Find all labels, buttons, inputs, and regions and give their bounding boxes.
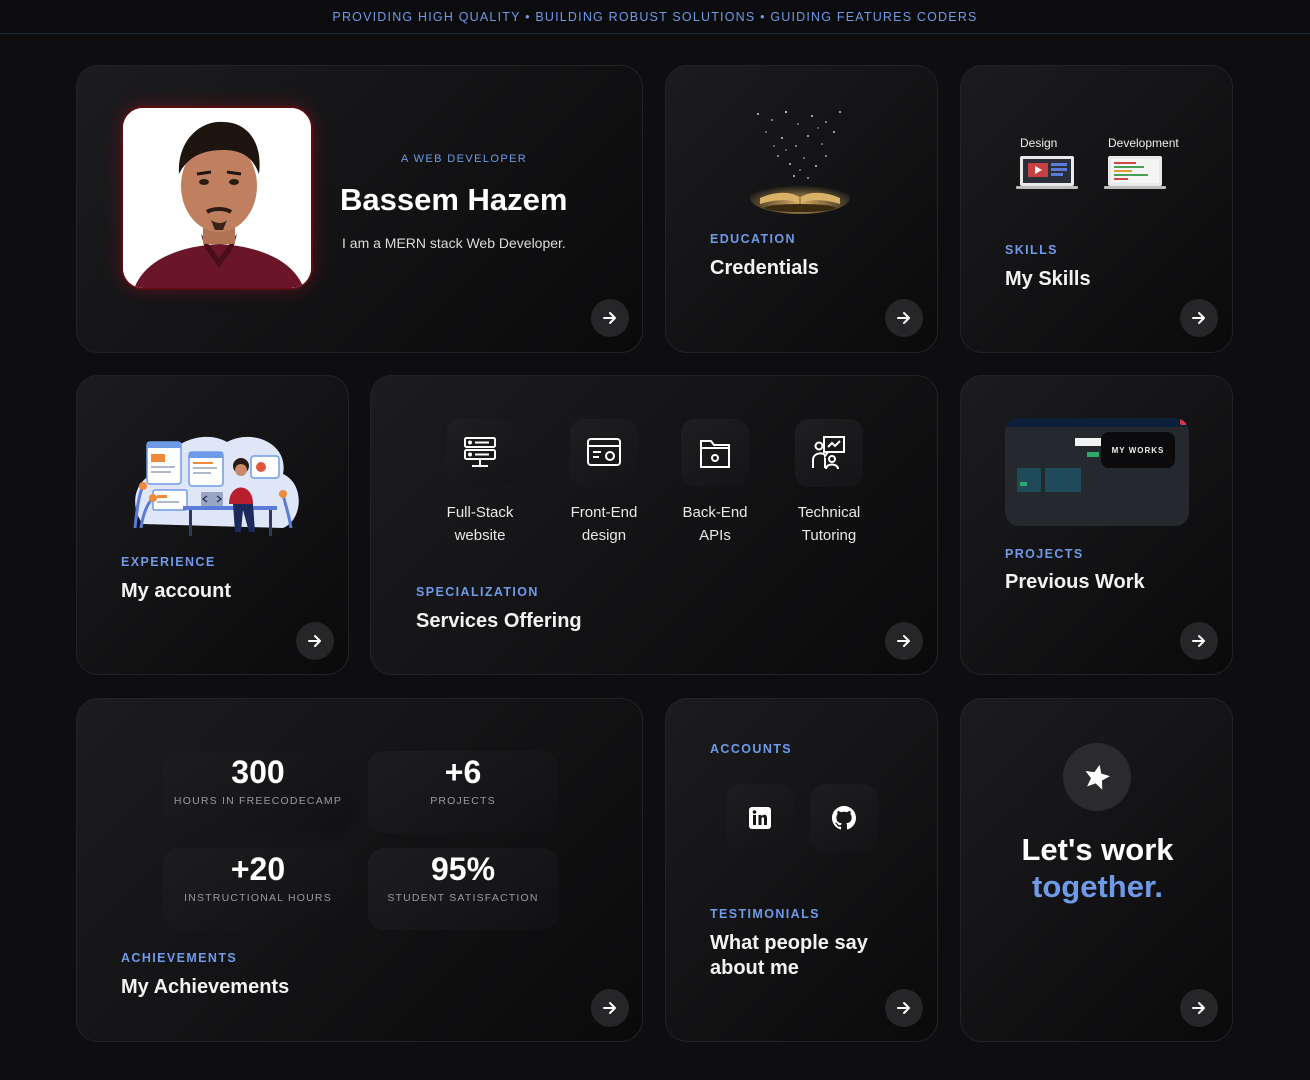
service-tutoring: Technical Tutoring bbox=[784, 419, 874, 547]
cta-card[interactable]: Let's work together. bbox=[960, 698, 1233, 1042]
github-button[interactable] bbox=[810, 784, 878, 852]
developer-desk-illustration bbox=[133, 436, 299, 536]
service-backend: Back-End APIs bbox=[670, 419, 760, 547]
profile-photo bbox=[121, 106, 313, 290]
experience-arrow-button[interactable] bbox=[296, 622, 334, 660]
arrow-right-icon bbox=[1192, 1002, 1205, 1014]
projects-preview-label: MY WORKS bbox=[1111, 445, 1165, 455]
browser-window-icon bbox=[587, 438, 621, 466]
teacher-board-icon bbox=[812, 436, 845, 470]
book-sparkles-illustration bbox=[750, 110, 850, 214]
github-icon bbox=[832, 806, 856, 830]
projects-title: Previous Work bbox=[1005, 571, 1145, 593]
arrow-right-icon bbox=[603, 1002, 616, 1014]
profile-name: Bassem Hazem bbox=[340, 182, 568, 217]
skills-card[interactable]: Design Development SKILLS My Skills bbox=[960, 65, 1233, 353]
cta-line-1: Let's work bbox=[1021, 832, 1174, 867]
credentials-card[interactable]: EDUCATION Credentials bbox=[665, 65, 938, 353]
achievements-kicker: ACHIEVEMENTS bbox=[121, 951, 238, 965]
arrow-right-icon bbox=[1192, 312, 1205, 324]
server-icon bbox=[464, 437, 496, 467]
star-icon bbox=[1085, 764, 1110, 790]
development-laptop-icon bbox=[1104, 156, 1166, 189]
experience-title: My account bbox=[121, 580, 232, 602]
service-label: Front-End design bbox=[570, 504, 638, 544]
profile-card[interactable]: A WEB DEVELOPER Bassem Hazem I am a MERN… bbox=[76, 65, 643, 353]
profile-kicker: A WEB DEVELOPER bbox=[401, 153, 528, 165]
design-laptop-icon bbox=[1016, 156, 1078, 189]
skills-title: My Skills bbox=[1005, 268, 1091, 290]
arrow-right-icon bbox=[1192, 635, 1205, 647]
linkedin-icon bbox=[749, 807, 771, 829]
credentials-arrow-button[interactable] bbox=[885, 299, 923, 337]
testimonials-kicker: TESTIMONIALS bbox=[710, 907, 820, 921]
services-kicker: SPECIALIZATION bbox=[416, 585, 539, 599]
achievements-title: My Achievements bbox=[121, 976, 290, 998]
testimonials-title: What people say about me bbox=[710, 932, 868, 979]
projects-card[interactable]: MY WORKS PROJECTS Previous Work bbox=[960, 375, 1233, 675]
arrow-right-icon bbox=[897, 312, 910, 324]
credentials-kicker: EDUCATION bbox=[710, 232, 796, 246]
cta-line-2: together. bbox=[1032, 869, 1163, 904]
credentials-title: Credentials bbox=[710, 257, 819, 279]
skill-label-development: Development bbox=[1108, 136, 1179, 150]
projects-arrow-button[interactable] bbox=[1180, 622, 1218, 660]
services-arrow-button[interactable] bbox=[885, 622, 923, 660]
projects-preview: MY WORKS bbox=[1005, 418, 1189, 526]
service-label: Full-Stack website bbox=[446, 504, 514, 544]
achievements-card[interactable]: 300 HOURS IN FREECODECAMP +6 PROJECTS +20 I… bbox=[76, 698, 643, 1042]
service-fullstack: Full-Stack website bbox=[435, 419, 525, 547]
stat-hours-freecodecamp: 300 HOURS IN FREECODECAMP bbox=[163, 751, 353, 833]
skills-arrow-button[interactable] bbox=[1180, 299, 1218, 337]
top-ticker: PROVIDING HIGH QUALITY • BUILDING ROBUST… bbox=[0, 0, 1310, 34]
stat-student-satisfaction: 95% STUDENT SATISFACTION bbox=[368, 848, 558, 930]
profile-bio: I am a MERN stack Web Developer. bbox=[342, 235, 566, 251]
arrow-right-icon bbox=[897, 635, 910, 647]
cta-star-badge bbox=[1063, 743, 1131, 811]
arrow-right-icon bbox=[603, 312, 616, 324]
experience-card[interactable]: EXPERIENCE My account bbox=[76, 375, 349, 675]
skill-label-design: Design bbox=[1020, 136, 1058, 150]
stat-projects: +6 PROJECTS bbox=[368, 751, 558, 833]
service-frontend: Front-End design bbox=[559, 419, 649, 547]
cta-arrow-button[interactable] bbox=[1180, 989, 1218, 1027]
profile-arrow-button[interactable] bbox=[591, 299, 629, 337]
accounts-kicker: ACCOUNTS bbox=[710, 742, 793, 756]
folder-api-icon bbox=[700, 440, 730, 468]
services-title: Services Offering bbox=[416, 610, 582, 632]
service-label: Technical Tutoring bbox=[797, 504, 861, 544]
arrow-right-icon bbox=[308, 635, 321, 647]
service-label: Back-End APIs bbox=[682, 504, 748, 544]
experience-kicker: EXPERIENCE bbox=[121, 555, 216, 569]
testimonials-arrow-button[interactable] bbox=[885, 989, 923, 1027]
stat-instructional-hours: +20 INSTRUCTIONAL HOURS bbox=[163, 848, 353, 930]
skills-kicker: SKILLS bbox=[1005, 243, 1058, 257]
linkedin-button[interactable] bbox=[726, 784, 794, 852]
projects-kicker: PROJECTS bbox=[1005, 547, 1084, 561]
arrow-right-icon bbox=[897, 1002, 910, 1014]
accounts-card[interactable]: ACCOUNTS TESTIMONIALS What people say abo… bbox=[665, 698, 938, 1042]
achievements-arrow-button[interactable] bbox=[591, 989, 629, 1027]
services-card[interactable]: Full-Stack website Front-End design Back-E… bbox=[370, 375, 938, 675]
